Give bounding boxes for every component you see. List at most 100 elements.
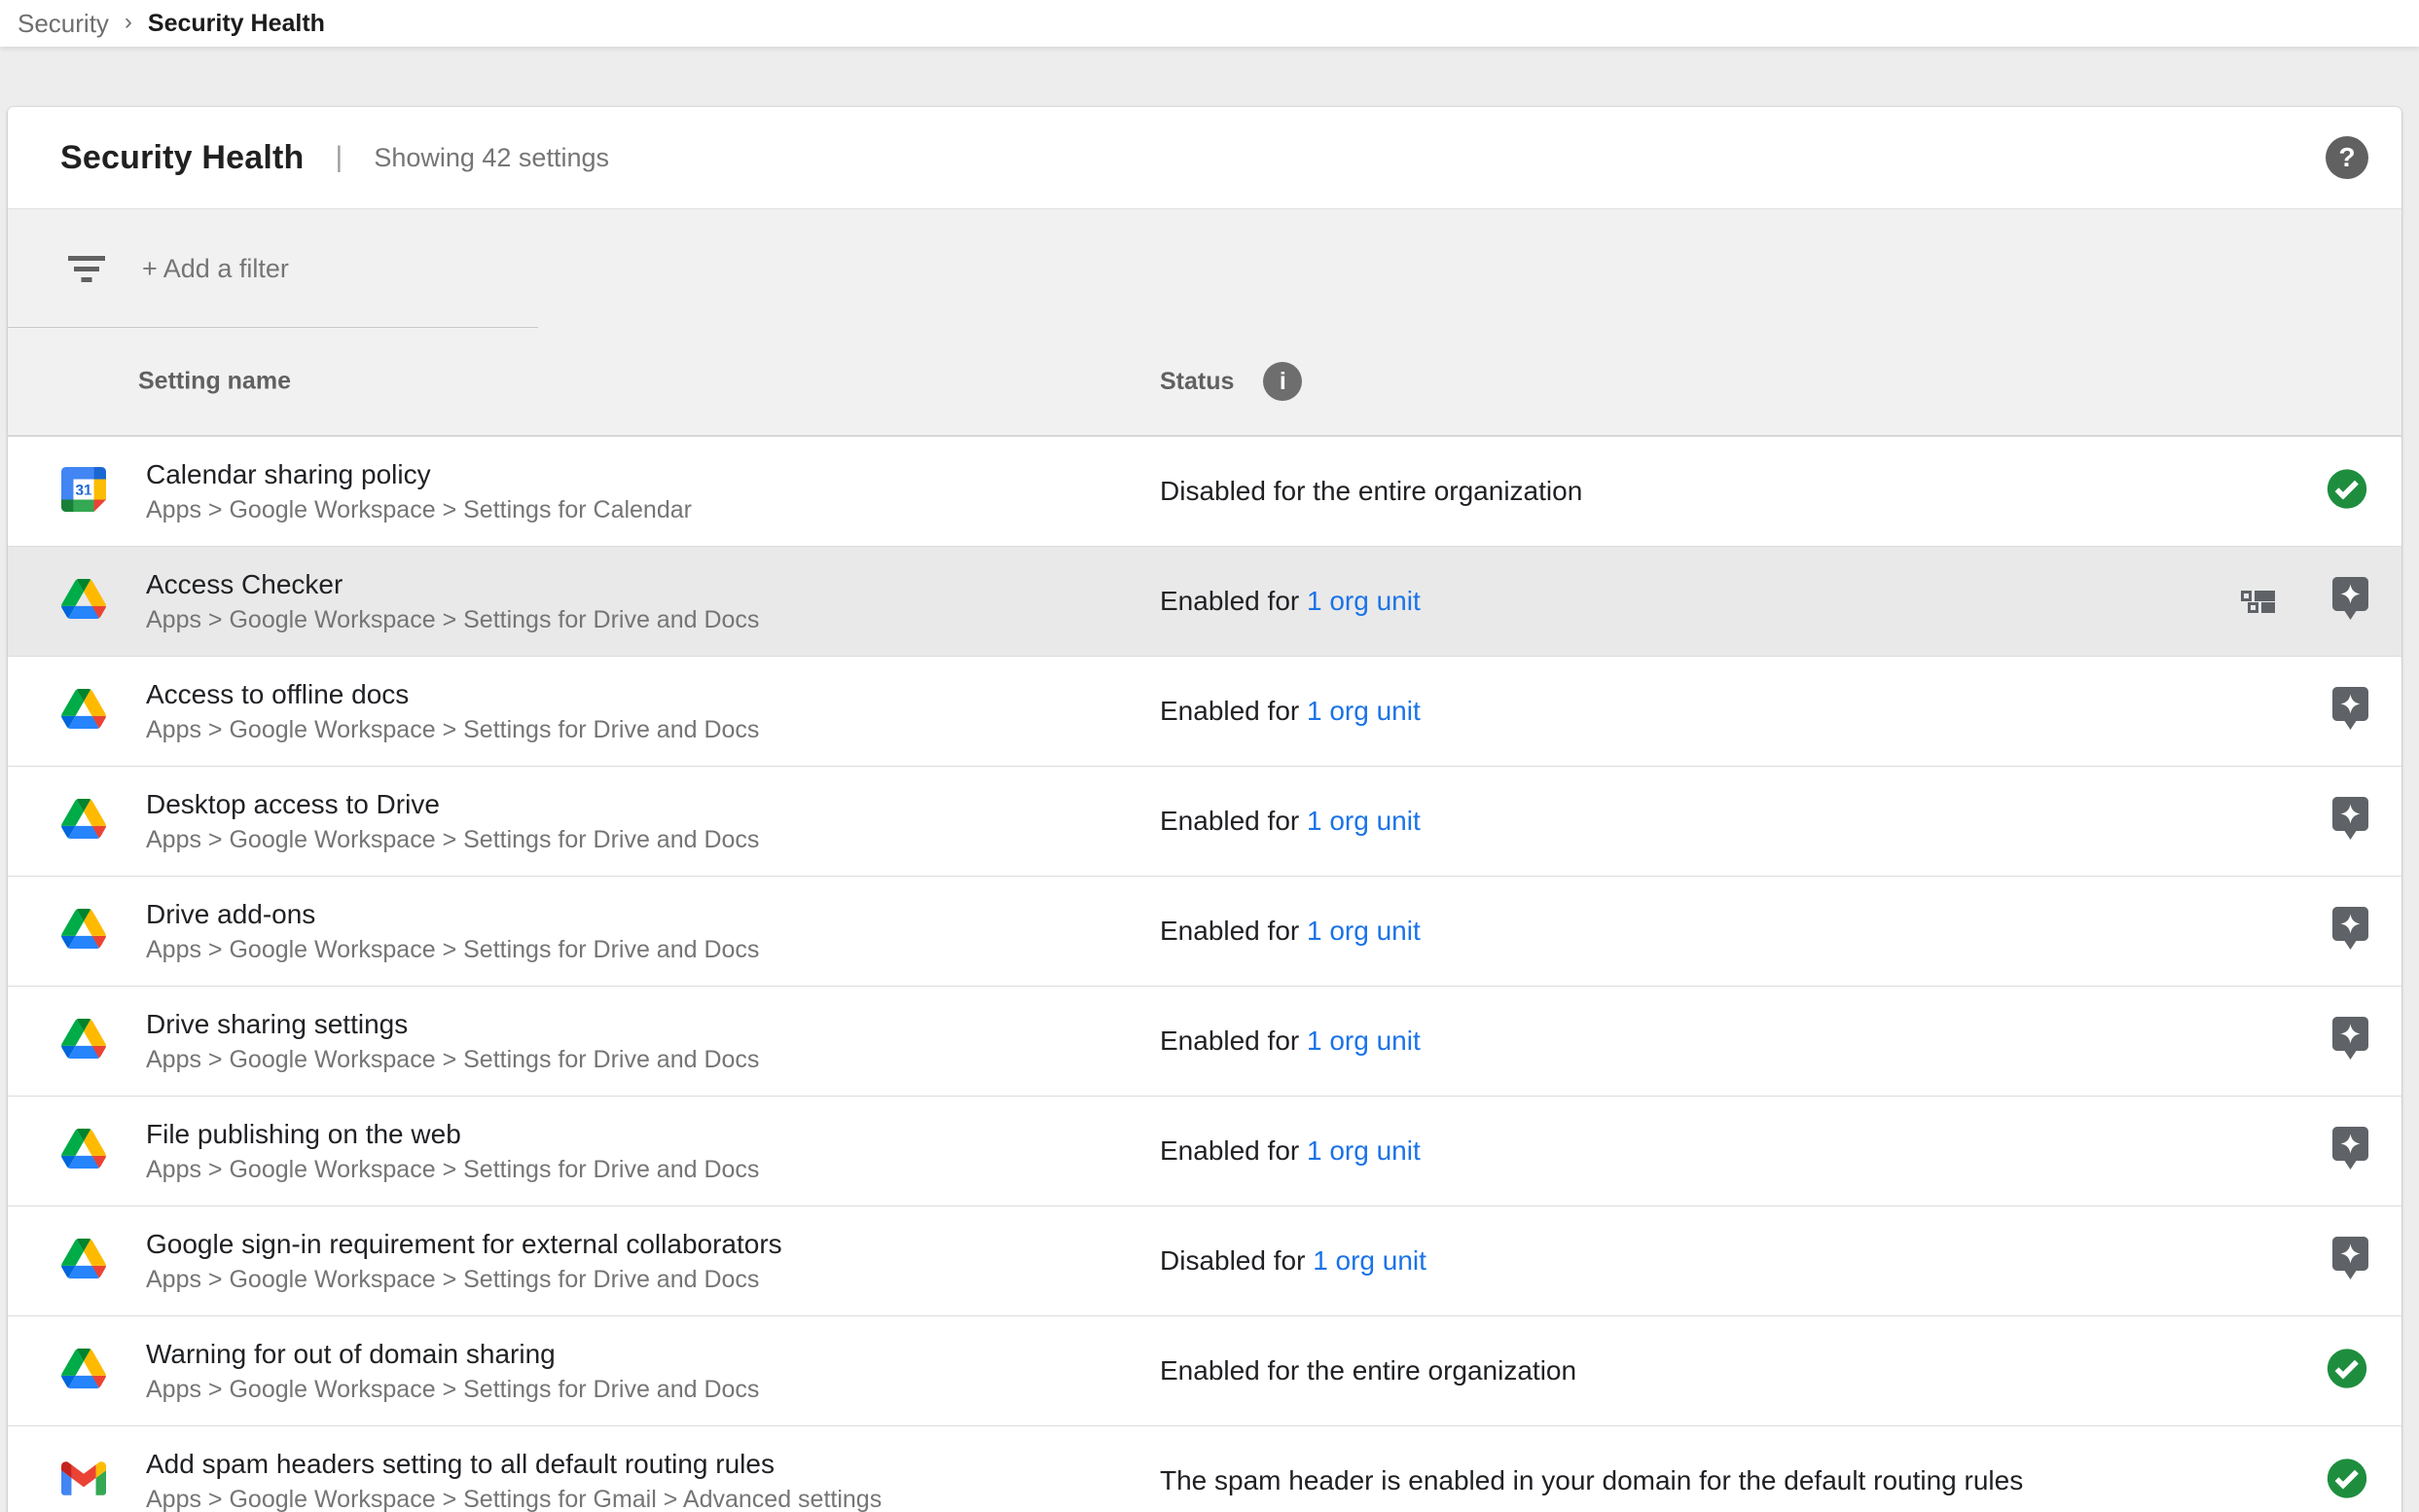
app-icon-slot: 31 bbox=[60, 467, 107, 517]
table-row[interactable]: Drive add-ons Apps > Google Workspace > … bbox=[8, 877, 2401, 987]
svg-text:31: 31 bbox=[75, 482, 92, 498]
status-cell: Enabled for 1 org unit bbox=[1160, 916, 1421, 947]
breadcrumb-chevron-icon: › bbox=[125, 9, 132, 36]
recommendation-flag-icon[interactable] bbox=[2332, 1237, 2368, 1285]
row-text: Google sign-in requirement for external … bbox=[146, 1227, 782, 1296]
status-cell: Enabled for 1 org unit bbox=[1160, 586, 1421, 617]
add-filter-button[interactable]: + Add a filter bbox=[142, 254, 289, 284]
breadcrumb: Security › Security Health bbox=[0, 0, 2419, 47]
recommendation-flag-icon[interactable] bbox=[2332, 577, 2368, 626]
status-text: Enabled for bbox=[1160, 1135, 1307, 1166]
settings-count: Showing 42 settings bbox=[374, 143, 609, 173]
row-trailing-icons bbox=[2332, 1127, 2368, 1175]
status-text: Enabled for bbox=[1160, 916, 1307, 946]
table-header: Setting name Status i bbox=[8, 328, 2401, 437]
row-trailing-icons bbox=[2326, 1348, 2368, 1395]
status-cell: Enabled for 1 org unit bbox=[1160, 1135, 1421, 1167]
row-text: Desktop access to Drive Apps > Google Wo… bbox=[146, 787, 759, 856]
page-title: Security Health bbox=[60, 139, 305, 177]
drive-icon bbox=[61, 579, 106, 624]
org-unit-link[interactable]: 1 org unit bbox=[1313, 1245, 1426, 1276]
row-text: Calendar sharing policy Apps > Google Wo… bbox=[146, 457, 692, 526]
org-unit-link[interactable]: 1 org unit bbox=[1307, 696, 1421, 726]
filter-icon[interactable] bbox=[68, 254, 105, 283]
table-row[interactable]: Add spam headers setting to all default … bbox=[8, 1426, 2401, 1512]
recommendation-flag-icon[interactable] bbox=[2332, 1017, 2368, 1065]
org-unit-link[interactable]: 1 org unit bbox=[1307, 586, 1421, 616]
row-text: Add spam headers setting to all default … bbox=[146, 1447, 882, 1512]
breadcrumb-parent-link[interactable]: Security bbox=[18, 9, 109, 39]
filter-row: + Add a filter bbox=[8, 209, 2401, 328]
setting-path: Apps > Google Workspace > Settings for D… bbox=[146, 934, 759, 966]
recommendation-flag-icon[interactable] bbox=[2332, 797, 2368, 846]
table-row[interactable]: Desktop access to Drive Apps > Google Wo… bbox=[8, 767, 2401, 877]
drive-icon bbox=[61, 909, 106, 954]
status-cell: The spam header is enabled in your domai… bbox=[1160, 1465, 2023, 1496]
org-unit-link[interactable]: 1 org unit bbox=[1307, 916, 1421, 946]
status-text: Enabled for bbox=[1160, 806, 1307, 836]
row-text: Drive sharing settings Apps > Google Wor… bbox=[146, 1007, 759, 1076]
table-row[interactable]: Google sign-in requirement for external … bbox=[8, 1206, 2401, 1316]
table-row[interactable]: Access Checker Apps > Google Workspace >… bbox=[8, 547, 2401, 657]
gmail-icon bbox=[61, 1461, 106, 1500]
setting-name: Google sign-in requirement for external … bbox=[146, 1227, 782, 1261]
org-units-icon bbox=[2241, 590, 2276, 613]
row-text: Warning for out of domain sharing Apps >… bbox=[146, 1337, 759, 1406]
info-icon[interactable]: i bbox=[1263, 362, 1302, 401]
row-trailing-icons bbox=[2326, 1458, 2368, 1505]
row-text: Access to offline docs Apps > Google Wor… bbox=[146, 677, 759, 746]
app-icon-slot bbox=[60, 1239, 107, 1283]
table-row[interactable]: Drive sharing settings Apps > Google Wor… bbox=[8, 987, 2401, 1097]
status-text: Enabled for the entire organization bbox=[1160, 1355, 1576, 1386]
setting-name: Drive add-ons bbox=[146, 897, 759, 931]
row-text: Access Checker Apps > Google Workspace >… bbox=[146, 567, 759, 636]
status-column-header: Status i bbox=[1160, 362, 1302, 401]
status-cell: Enabled for 1 org unit bbox=[1160, 806, 1421, 837]
help-icon[interactable]: ? bbox=[2326, 136, 2368, 179]
org-unit-link[interactable]: 1 org unit bbox=[1307, 1026, 1421, 1056]
recommendation-flag-icon[interactable] bbox=[2332, 687, 2368, 736]
app-icon-slot bbox=[60, 579, 107, 624]
table-row[interactable]: File publishing on the web Apps > Google… bbox=[8, 1097, 2401, 1206]
settings-table-body: 31 Calendar sharing policy Apps > Google… bbox=[8, 437, 2401, 1512]
status-text: Enabled for bbox=[1160, 696, 1307, 726]
org-unit-link[interactable]: 1 org unit bbox=[1307, 1135, 1421, 1166]
check-circle-icon bbox=[2326, 1458, 2368, 1505]
app-icon-slot bbox=[60, 1349, 107, 1393]
app-icon-slot bbox=[60, 1129, 107, 1173]
setting-path: Apps > Google Workspace > Settings for D… bbox=[146, 1154, 759, 1186]
status-text: The spam header is enabled in your domai… bbox=[1160, 1465, 2023, 1495]
recommendation-flag-icon[interactable] bbox=[2332, 907, 2368, 955]
check-circle-icon bbox=[2326, 1348, 2368, 1395]
row-text: Drive add-ons Apps > Google Workspace > … bbox=[146, 897, 759, 966]
setting-name: File publishing on the web bbox=[146, 1117, 759, 1151]
setting-name: Desktop access to Drive bbox=[146, 787, 759, 821]
status-cell: Enabled for 1 org unit bbox=[1160, 696, 1421, 727]
table-row[interactable]: Access to offline docs Apps > Google Wor… bbox=[8, 657, 2401, 767]
setting-path: Apps > Google Workspace > Settings for D… bbox=[146, 604, 759, 636]
row-text: File publishing on the web Apps > Google… bbox=[146, 1117, 759, 1186]
table-row[interactable]: 31 Calendar sharing policy Apps > Google… bbox=[8, 437, 2401, 547]
status-cell: Disabled for the entire organization bbox=[1160, 476, 1582, 507]
setting-name: Access Checker bbox=[146, 567, 759, 601]
status-cell: Disabled for 1 org unit bbox=[1160, 1245, 1426, 1277]
setting-name: Drive sharing settings bbox=[146, 1007, 759, 1041]
org-unit-link[interactable]: 1 org unit bbox=[1307, 806, 1421, 836]
setting-name: Warning for out of domain sharing bbox=[146, 1337, 759, 1371]
row-trailing-icons bbox=[2326, 468, 2368, 516]
filter-section: + Add a filter Setting name Status i bbox=[8, 209, 2401, 437]
row-trailing-icons bbox=[2241, 577, 2368, 626]
drive-icon bbox=[61, 1019, 106, 1063]
row-trailing-icons bbox=[2332, 907, 2368, 955]
status-text: Disabled for the entire organization bbox=[1160, 476, 1582, 506]
status-text: Enabled for bbox=[1160, 1026, 1307, 1056]
status-cell: Enabled for 1 org unit bbox=[1160, 1026, 1421, 1057]
recommendation-flag-icon[interactable] bbox=[2332, 1127, 2368, 1175]
drive-icon bbox=[61, 799, 106, 844]
app-icon-slot bbox=[60, 1019, 107, 1063]
table-row[interactable]: Warning for out of domain sharing Apps >… bbox=[8, 1316, 2401, 1426]
calendar-icon: 31 bbox=[61, 467, 106, 517]
check-circle-icon bbox=[2326, 468, 2368, 516]
status-text: Disabled for bbox=[1160, 1245, 1313, 1276]
row-trailing-icons bbox=[2332, 1237, 2368, 1285]
